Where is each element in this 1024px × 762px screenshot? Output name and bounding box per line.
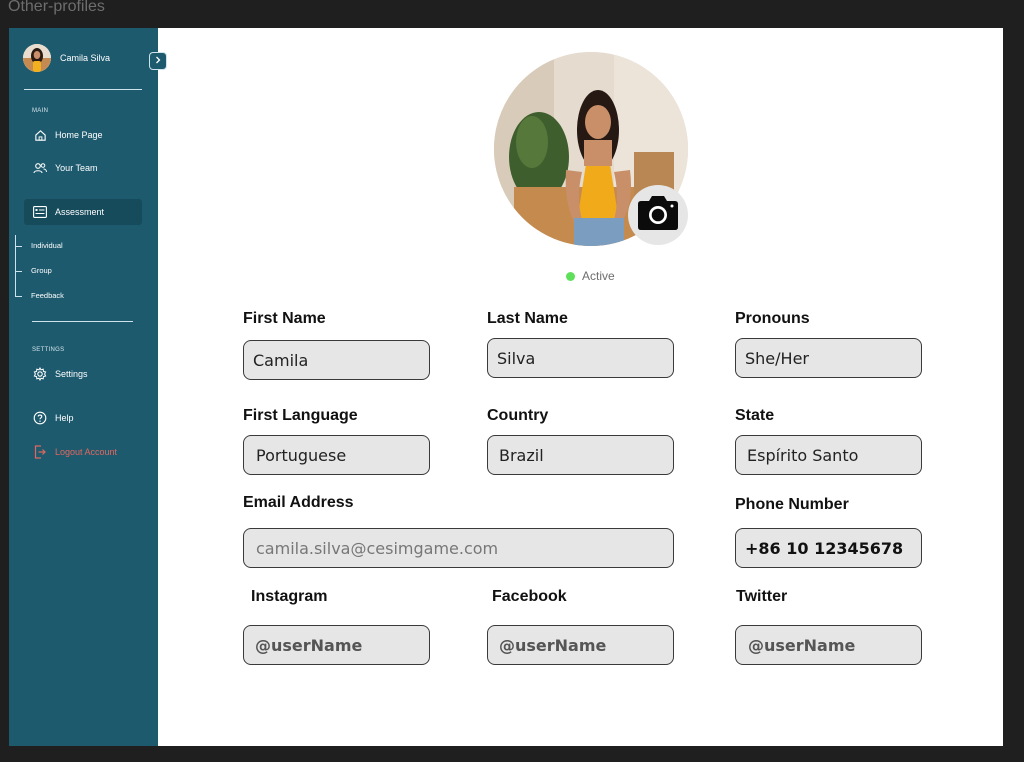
state-field[interactable] (735, 435, 922, 475)
status-indicator: Active (566, 269, 615, 283)
twitter-field[interactable] (735, 625, 922, 665)
sidebar-user-name: Camila Silva (60, 53, 111, 63)
tree-tick (15, 296, 22, 297)
help-icon (33, 411, 47, 425)
email-label: Email Address (243, 494, 354, 511)
phone-field[interactable] (735, 528, 922, 568)
instagram-field[interactable] (243, 625, 430, 665)
sidebar-item-settings[interactable]: Settings (24, 361, 142, 387)
frame-title: Other-profiles (8, 0, 105, 15)
profile-page: Camila Silva MAIN Home Page Your Team As… (9, 28, 1003, 746)
status-dot (566, 271, 575, 281)
logout-icon (33, 445, 47, 459)
sidebar-item-label: Settings (55, 369, 88, 379)
sidebar-divider (32, 321, 133, 322)
sidebar-subitem-feedback[interactable]: Feedback (31, 291, 64, 300)
sidebar-item-team[interactable]: Your Team (24, 155, 142, 181)
sidebar-item-home[interactable]: Home Page (24, 122, 142, 148)
facebook-label: Facebook (492, 588, 567, 605)
team-icon (33, 161, 47, 175)
last-name-field[interactable] (487, 338, 674, 378)
section-label-settings: SETTINGS (32, 347, 65, 353)
sidebar-item-label: Logout Account (55, 447, 118, 457)
avatar (23, 44, 51, 72)
sidebar-item-assessment[interactable]: Assessment (24, 199, 142, 225)
tree-tick (15, 271, 22, 272)
home-icon (33, 128, 47, 142)
sidebar-item-label: Home Page (55, 130, 103, 140)
instagram-label: Instagram (251, 588, 328, 605)
change-photo-button[interactable] (628, 185, 688, 245)
sidebar: Camila Silva MAIN Home Page Your Team As… (9, 28, 158, 746)
collapse-sidebar-button[interactable] (149, 52, 167, 70)
tree-tick (15, 246, 22, 247)
email-field[interactable] (243, 528, 674, 568)
sidebar-item-label: Your Team (55, 163, 98, 173)
last-name-label: Last Name (487, 310, 568, 327)
sidebar-subitem-group[interactable]: Group (31, 266, 52, 275)
phone-label: Phone Number (735, 496, 849, 513)
sidebar-item-logout[interactable]: Logout Account (24, 439, 142, 465)
section-label-main: MAIN (32, 108, 49, 114)
camera-icon (635, 195, 681, 236)
sidebar-item-label: Assessment (55, 207, 105, 217)
first-name-label: First Name (243, 310, 326, 327)
country-field[interactable] (487, 435, 674, 475)
sidebar-item-help[interactable]: Help (24, 405, 142, 431)
first-language-field[interactable] (243, 435, 430, 475)
chevron-right-icon (154, 55, 162, 67)
first-name-field[interactable] (243, 340, 430, 380)
sidebar-divider (24, 89, 142, 90)
first-language-label: First Language (243, 407, 358, 424)
sidebar-user[interactable]: Camila Silva (23, 44, 110, 72)
tree-line (15, 235, 16, 297)
pronouns-field[interactable] (735, 338, 922, 378)
status-text: Active (582, 269, 615, 283)
pronouns-label: Pronouns (735, 310, 810, 327)
facebook-field[interactable] (487, 625, 674, 665)
sidebar-subitem-individual[interactable]: Individual (31, 241, 63, 250)
country-label: Country (487, 407, 549, 424)
state-label: State (735, 407, 775, 424)
assessment-icon (33, 205, 47, 219)
gear-icon (33, 367, 47, 381)
sidebar-item-label: Help (55, 413, 74, 423)
twitter-label: Twitter (736, 588, 788, 605)
